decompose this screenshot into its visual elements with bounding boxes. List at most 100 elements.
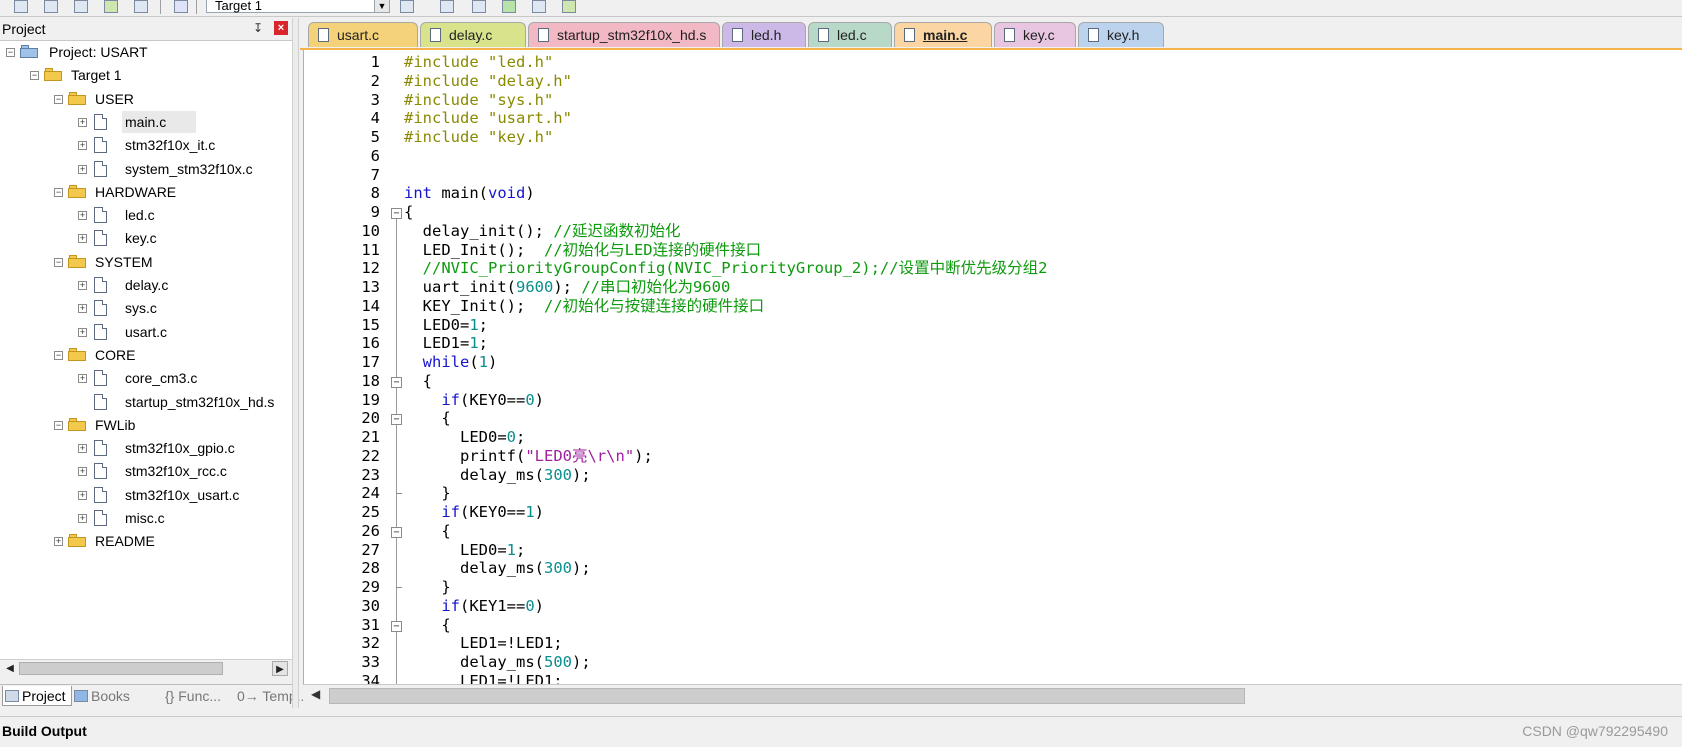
- expand-icon[interactable]: +: [78, 304, 87, 314]
- tree-item-file[interactable]: + main.c: [0, 110, 292, 133]
- editor-tab[interactable]: key.h: [1078, 22, 1164, 47]
- code-line[interactable]: 9−{: [304, 203, 1682, 222]
- tree-item-file[interactable]: + core_cm3.c: [0, 367, 292, 389]
- scrollbar-thumb[interactable]: [19, 662, 223, 675]
- panel-splitter[interactable]: [292, 18, 299, 708]
- save-all-icon[interactable]: [74, 0, 88, 13]
- expand-icon[interactable]: +: [78, 211, 87, 221]
- tree-item-folder[interactable]: − FWLib: [0, 414, 292, 436]
- editor-tab[interactable]: led.c: [808, 22, 892, 47]
- tree-item-file[interactable]: + stm32f10x_rcc.c: [0, 460, 292, 482]
- code-line[interactable]: 33 delay_ms(500);: [304, 653, 1682, 672]
- code-line[interactable]: 13 uart_init(9600); //串口初始化为9600: [304, 278, 1682, 297]
- code-editor[interactable]: 1 #include "led.h" 2 #include "delay.h" 3 #in…: [303, 50, 1682, 684]
- expand-icon[interactable]: +: [54, 537, 63, 547]
- editor-tab[interactable]: delay.c: [420, 22, 526, 47]
- tree-item-file[interactable]: + delay.c: [0, 274, 292, 296]
- code-line[interactable]: 25 if(KEY0==1): [304, 503, 1682, 522]
- code-line[interactable]: 20− {: [304, 409, 1682, 428]
- scroll-left-icon[interactable]: ◀: [311, 687, 320, 701]
- rebuild-icon[interactable]: [134, 0, 148, 13]
- tree-item-file[interactable]: + stm32f10x_gpio.c: [0, 437, 292, 459]
- code-line[interactable]: 14 KEY_Init(); //初始化与按键连接的硬件接口: [304, 297, 1682, 316]
- collapse-icon[interactable]: −: [54, 187, 63, 197]
- fold-toggle-icon[interactable]: −: [391, 376, 402, 388]
- expand-icon[interactable]: +: [78, 467, 87, 477]
- tree-item-folder[interactable]: − CORE: [0, 344, 292, 366]
- manage-runtime-icon[interactable]: [532, 0, 546, 13]
- tree-item-folder[interactable]: − SYSTEM: [0, 251, 292, 273]
- code-line[interactable]: 5 #include "key.h": [304, 128, 1682, 147]
- editor-tab[interactable]: key.c: [994, 22, 1076, 47]
- expand-icon[interactable]: +: [78, 164, 87, 174]
- expand-icon[interactable]: +: [78, 490, 87, 500]
- open-file-icon[interactable]: [14, 0, 28, 13]
- tree-item-file[interactable]: + misc.c: [0, 507, 292, 529]
- code-line[interactable]: 8 int main(void): [304, 184, 1682, 203]
- tab-templates[interactable]: 0→ Temp...: [218, 686, 308, 706]
- options-for-target-icon[interactable]: [400, 0, 414, 13]
- editor-tab[interactable]: usart.c: [308, 22, 418, 47]
- expand-icon[interactable]: +: [78, 141, 87, 151]
- fold-toggle-icon[interactable]: −: [391, 620, 402, 632]
- expand-icon[interactable]: +: [78, 117, 87, 127]
- fold-toggle-icon[interactable]: −: [391, 208, 402, 219]
- code-line[interactable]: 18− {: [304, 372, 1682, 391]
- tree-item-target[interactable]: − Target 1: [0, 64, 292, 86]
- tab-books[interactable]: Books: [72, 686, 144, 706]
- pin-icon[interactable]: ↧: [253, 21, 263, 35]
- close-icon[interactable]: ×: [274, 21, 288, 35]
- code-line[interactable]: 29 }: [304, 578, 1682, 597]
- code-line[interactable]: 12 //NVIC_PriorityGroupConfig(NVIC_Prior…: [304, 259, 1682, 278]
- project-tree-hscrollbar[interactable]: ◀ ▶: [0, 659, 292, 677]
- code-line[interactable]: 31− {: [304, 616, 1682, 635]
- tree-item-file[interactable]: + led.c: [0, 204, 292, 226]
- editor-tab[interactable]: main.c: [894, 22, 992, 47]
- code-line[interactable]: 7: [304, 166, 1682, 185]
- expand-icon[interactable]: +: [78, 281, 87, 290]
- code-line[interactable]: 3 #include "sys.h": [304, 91, 1682, 110]
- code-line[interactable]: 22 printf("LED0亮\r\n");: [304, 447, 1682, 466]
- tree-item-file[interactable]: + usart.c: [0, 321, 292, 343]
- editor-hscrollbar[interactable]: ◀: [303, 684, 1682, 708]
- code-line[interactable]: 15 LED0=1;: [304, 316, 1682, 335]
- save-icon[interactable]: [44, 0, 58, 13]
- code-line[interactable]: 26− {: [304, 522, 1682, 541]
- download-icon[interactable]: [174, 0, 188, 13]
- build-output-title[interactable]: Build Output: [2, 723, 87, 739]
- fold-toggle-icon[interactable]: −: [391, 526, 402, 538]
- scroll-left-icon[interactable]: ◀: [2, 661, 18, 676]
- code-line[interactable]: 16 LED1=1;: [304, 334, 1682, 353]
- code-line[interactable]: 4 #include "usart.h": [304, 109, 1682, 128]
- editor-tab[interactable]: startup_stm32f10x_hd.s: [528, 22, 720, 47]
- collapse-icon[interactable]: −: [54, 420, 63, 430]
- tree-item-file[interactable]: + stm32f10x_usart.c: [0, 484, 292, 506]
- collapse-icon[interactable]: −: [6, 48, 15, 57]
- collapse-icon[interactable]: −: [54, 94, 63, 104]
- build-icon[interactable]: [104, 0, 118, 13]
- scrollbar-thumb[interactable]: [329, 688, 1245, 704]
- expand-icon[interactable]: +: [78, 444, 87, 454]
- tree-item-file[interactable]: + stm32f10x_it.c: [0, 134, 292, 156]
- tree-item-folder[interactable]: − HARDWARE: [0, 181, 292, 203]
- tree-item-folder[interactable]: + README: [0, 530, 292, 552]
- tree-item-file[interactable]: + sys.c: [0, 297, 292, 319]
- code-line[interactable]: 6: [304, 147, 1682, 166]
- target-select[interactable]: Target 1 ▼: [206, 0, 390, 13]
- expand-icon[interactable]: +: [78, 234, 87, 244]
- code-line[interactable]: 11 LED_Init(); //初始化与LED连接的硬件接口: [304, 241, 1682, 260]
- code-line[interactable]: 28 delay_ms(300);: [304, 559, 1682, 578]
- select-packs-icon[interactable]: [472, 0, 486, 13]
- collapse-icon[interactable]: −: [30, 71, 39, 81]
- code-line[interactable]: 24 }: [304, 484, 1682, 503]
- tree-item-folder[interactable]: − USER: [0, 88, 292, 110]
- manage-project-icon[interactable]: [440, 0, 454, 13]
- pack-installer-icon[interactable]: [502, 0, 516, 13]
- tab-project[interactable]: Project: [2, 686, 72, 706]
- code-line[interactable]: 10 delay_init(); //延迟函数初始化: [304, 222, 1682, 241]
- code-line[interactable]: 19 if(KEY0==0): [304, 391, 1682, 410]
- expand-icon[interactable]: +: [78, 374, 87, 384]
- tree-item-file[interactable]: startup_stm32f10x_hd.s: [0, 391, 292, 413]
- editor-tab[interactable]: led.h: [722, 22, 806, 47]
- fold-toggle-icon[interactable]: −: [391, 414, 402, 426]
